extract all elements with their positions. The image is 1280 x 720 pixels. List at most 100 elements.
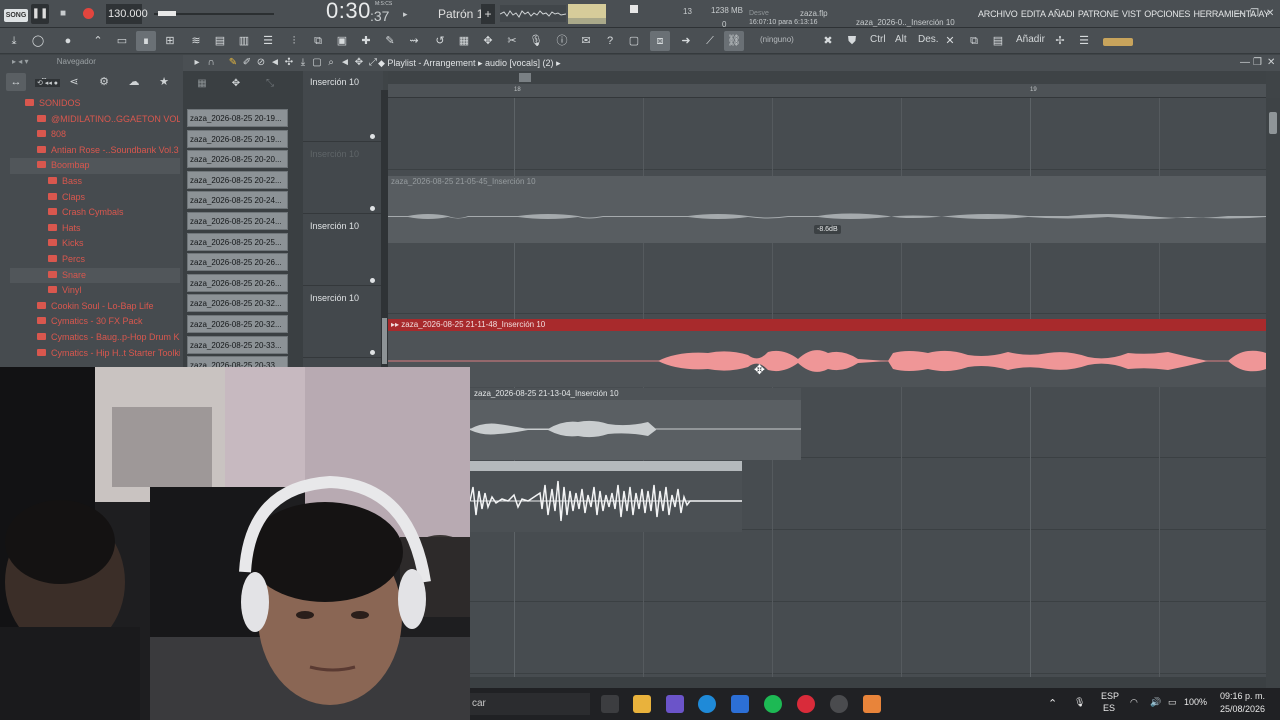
master-volume-slider[interactable]	[154, 11, 274, 16]
menu-icon[interactable]: ☰	[1074, 31, 1094, 51]
undo-icon[interactable]: ↺	[430, 31, 450, 51]
tools-icon[interactable]: ✂	[502, 31, 522, 51]
pan-icon[interactable]: ✥	[352, 56, 366, 70]
arrow-right-icon[interactable]: ➜	[676, 31, 696, 51]
minimize-button[interactable]: —	[1235, 8, 1245, 19]
browser-item[interactable]: SONIDOS	[10, 96, 180, 112]
mute-tool-icon[interactable]: ◄	[268, 56, 282, 70]
clip-list-item[interactable]: zaza_2026-08-25 20-24...	[187, 212, 288, 230]
browser-item[interactable]: Cookin Soul - Lo-Bap Life	[10, 299, 180, 315]
browser-item[interactable]: Cymatics - Hip H..t Starter Toolkit	[10, 346, 180, 362]
microphone-tray-icon[interactable]: 🎙	[1074, 697, 1085, 708]
playlist-menu-icon[interactable]: ◆	[378, 58, 387, 68]
track-select-dot[interactable]	[370, 350, 375, 355]
timeline-scrollbar[interactable]	[388, 71, 1266, 84]
tempo-tap-icon[interactable]: ⇝	[404, 31, 424, 51]
record-icon[interactable]	[78, 4, 98, 24]
browser-item[interactable]: Boombap	[10, 158, 180, 174]
chat-icon[interactable]: ✉	[576, 31, 596, 51]
alt-key[interactable]: Alt	[895, 34, 907, 45]
playback-icon[interactable]: ◄	[338, 56, 352, 70]
delete-icon[interactable]: ⊘	[254, 56, 268, 70]
track-select-dot[interactable]	[370, 134, 375, 139]
playlist-grid[interactable]: zaza_2026-08-25 21-05-45_Inserción 10 -8…	[388, 98, 1266, 688]
clip-list-item[interactable]: zaza_2026-08-25 20-19...	[187, 129, 288, 148]
pause-icon[interactable]: ❚❚	[31, 4, 49, 24]
playlist-icon[interactable]: ▤	[210, 31, 230, 51]
close-button[interactable]: ✕	[1266, 8, 1274, 19]
curve-icon[interactable]: ⟋	[700, 31, 720, 51]
select-icon[interactable]: ▢	[310, 56, 324, 70]
browser-item[interactable]: Claps	[10, 190, 180, 206]
tray-chevron-icon[interactable]: ⌃	[1048, 697, 1057, 710]
track-controls[interactable]: ⟲ ◂◂ ●	[35, 79, 61, 87]
piano-roll-icon[interactable]: ▥	[234, 31, 254, 51]
browser-icon[interactable]: ⧉	[308, 31, 328, 51]
screen-icon[interactable]: ▢	[624, 31, 644, 51]
pin-icon[interactable]: ✢	[1050, 31, 1070, 51]
paste-icon[interactable]: ▤	[988, 31, 1008, 51]
star-icon[interactable]: ★	[154, 73, 174, 91]
copy-icon[interactable]: ⧉	[964, 31, 984, 51]
wifi-icon[interactable]: ◠	[1130, 697, 1138, 708]
slip-icon[interactable]: ✣	[282, 56, 296, 70]
song-mode-toggle[interactable]: SONG	[4, 9, 28, 22]
track-header[interactable]: Inserción 10	[303, 71, 383, 142]
clock-date[interactable]: 25/08/2026	[1220, 704, 1265, 714]
project-icon[interactable]: ▣	[332, 31, 352, 51]
cloud-icon[interactable]: ☁	[124, 73, 144, 91]
browser-item[interactable]: Kicks	[10, 236, 180, 252]
clip-list-item[interactable]: zaza_2026-08-25 20-33...	[187, 335, 288, 354]
battery-icon[interactable]: ▭	[1168, 697, 1177, 708]
fl-studio-icon[interactable]	[863, 695, 881, 713]
move-icon[interactable]: ✥	[229, 77, 243, 91]
browser-item[interactable]: Cymatics - 30 FX Pack	[10, 314, 180, 330]
save-icon[interactable]: ⤓	[4, 31, 24, 51]
track-header[interactable]: Inserción 10	[303, 143, 383, 214]
task-view-icon[interactable]	[601, 695, 619, 713]
add-pattern-button[interactable]: +	[481, 4, 495, 24]
pattern-arrow-icon[interactable]: ▸	[403, 4, 415, 24]
audio-clip-selected[interactable]: ▸▸ zaza_2026-08-25 21-11-48_Inserción 10	[388, 319, 1266, 387]
keyboard-icon[interactable]: ⊞	[160, 31, 180, 51]
clip-list-item[interactable]: zaza_2026-08-25 20-22...	[187, 170, 288, 189]
clip-list-item[interactable]: zaza_2026-08-25 20-32...	[187, 315, 288, 333]
language-indicator[interactable]: ESP	[1101, 691, 1119, 701]
resize-icon[interactable]: ⤡	[263, 77, 277, 91]
link-icon[interactable]: ✥	[478, 31, 498, 51]
metronome-icon[interactable]: ◯	[28, 31, 48, 51]
clip-list-item[interactable]: zaza_2026-08-25 20-26...	[187, 273, 288, 292]
ctrl-key[interactable]: Ctrl	[870, 34, 886, 45]
playlist-horizontal-scrollbar[interactable]	[388, 677, 1266, 688]
app-icon[interactable]	[666, 695, 684, 713]
help-icon[interactable]: ?	[600, 31, 620, 51]
chain-link-icon[interactable]: ⛓	[724, 31, 744, 51]
volume-icon[interactable]: 🔊	[1150, 697, 1161, 708]
browser-item[interactable]: Crash Cymbals	[10, 205, 180, 221]
clip-list-item[interactable]: zaza_2026-08-25 20-25...	[187, 232, 288, 251]
render-icon[interactable]: ▦	[454, 31, 474, 51]
plugin-db-icon[interactable]: ⚙	[94, 73, 114, 91]
track-header[interactable]: Inserción 10	[303, 287, 383, 358]
clip-list-item[interactable]: zaza_2026-08-25 20-32...	[187, 294, 288, 313]
tempo-field[interactable]: 130.000	[106, 4, 148, 24]
snap-icon[interactable]: ⌃	[88, 31, 108, 51]
microphone-icon[interactable]: 🎙	[526, 31, 546, 51]
deselect-button[interactable]: Des.	[918, 34, 939, 45]
plugin-icon[interactable]: ✚	[356, 31, 376, 51]
blend-icon[interactable]: ≋	[186, 31, 206, 51]
file-explorer-icon[interactable]	[633, 695, 651, 713]
browser-item[interactable]: Snare	[10, 267, 180, 284]
clip-menu-icon[interactable]: ▸▸	[391, 320, 401, 329]
play-arrow-icon[interactable]: ▸	[190, 56, 204, 70]
store-icon[interactable]	[731, 695, 749, 713]
track-header[interactable]: Inserción 10	[303, 215, 383, 286]
main-menu[interactable]: ARCHIVO EDITA AÑADI PATRONE VIST OPCIONE…	[978, 4, 1270, 24]
browser-item[interactable]: Hats	[10, 221, 180, 237]
track-scrollbar[interactable]	[381, 90, 388, 370]
magnet-icon[interactable]: ∩	[204, 56, 218, 70]
clip-list-item[interactable]: zaza_2026-08-25 20-26...	[187, 253, 288, 272]
share-icon[interactable]: ⋖	[64, 73, 84, 91]
track-select-dot[interactable]	[370, 206, 375, 211]
browser-item[interactable]: Cymatics - Baug..p-Hop Drum Kit	[10, 330, 180, 346]
